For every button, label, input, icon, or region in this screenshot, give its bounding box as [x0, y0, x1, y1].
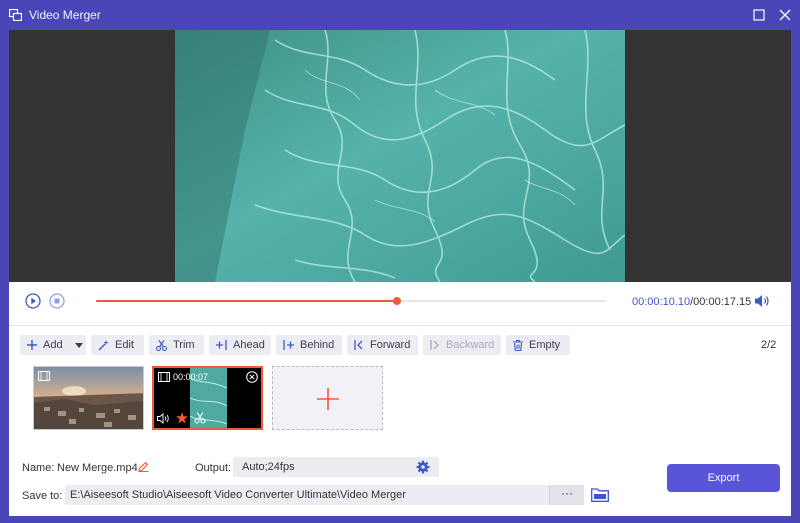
output-label: Output: — [195, 462, 232, 474]
clip-volume-icon[interactable] — [157, 413, 170, 424]
backward-button[interactable]: Backward — [423, 335, 501, 355]
empty-button[interactable]: Empty — [506, 335, 570, 355]
add-clip-placeholder[interactable] — [272, 366, 383, 430]
clip-scissors-icon[interactable] — [194, 412, 206, 424]
ahead-button[interactable]: Ahead — [209, 335, 271, 355]
plus-icon — [27, 340, 37, 350]
merge-icon — [9, 9, 22, 21]
progress-handle[interactable] — [392, 297, 401, 305]
caret-down-icon[interactable] — [74, 342, 83, 348]
ahead-label: Ahead — [233, 339, 265, 351]
insert-ahead-icon — [216, 340, 227, 350]
magic-wand-icon — [98, 339, 109, 350]
add-clip-plus-icon — [317, 388, 339, 410]
output-settings-field[interactable]: Auto;24fps — [233, 457, 439, 477]
window-title: Video Merger — [29, 8, 101, 22]
clip-duration: 00:00:07 — [173, 372, 209, 382]
edit-label: Edit — [115, 339, 134, 351]
save-to-label: Save to: — [22, 490, 63, 502]
video-frame — [175, 30, 625, 282]
stop-icon[interactable] — [49, 293, 65, 309]
remove-clip-icon[interactable] — [246, 371, 258, 383]
move-backward-icon — [430, 340, 439, 350]
trim-label: Trim — [173, 339, 195, 351]
trash-icon — [513, 339, 523, 351]
merger-panel: 00:00:10.10/00:00:17.15 Add Edit Trim Ah… — [9, 282, 791, 516]
backward-label: Backward — [446, 339, 495, 351]
divider — [9, 325, 791, 326]
add-label: Add — [43, 339, 63, 351]
volume-icon[interactable] — [754, 294, 770, 308]
behind-label: Behind — [300, 339, 335, 351]
insert-behind-icon — [283, 340, 294, 350]
output-value: Auto;24fps — [242, 461, 295, 473]
add-button[interactable]: Add — [20, 335, 86, 355]
name-label: Name: — [22, 462, 55, 474]
play-icon[interactable] — [25, 293, 41, 309]
title-bar: Video Merger — [0, 0, 800, 30]
behind-button[interactable]: Behind — [276, 335, 342, 355]
save-path-field[interactable]: E:\Aiseesoft Studio\Aiseesoft Video Conv… — [65, 485, 549, 505]
edit-button[interactable]: Edit — [91, 335, 144, 355]
clip-thumbnail-selected[interactable]: 00:00:07 — [152, 366, 263, 430]
save-path-value: E:\Aiseesoft Studio\Aiseesoft Video Conv… — [70, 489, 406, 501]
gear-icon[interactable] — [416, 460, 430, 474]
scissors-icon — [156, 339, 167, 351]
progress-track[interactable] — [96, 297, 606, 305]
total-time: /00:00:17.15 — [690, 296, 752, 308]
forward-label: Forward — [370, 339, 411, 351]
forward-button[interactable]: Forward — [347, 335, 418, 355]
maximize-icon[interactable] — [751, 7, 767, 23]
video-preview — [9, 30, 791, 282]
export-button[interactable]: Export — [667, 464, 780, 492]
current-time: 00:00:10.10 — [632, 296, 691, 308]
clip-effect-icon[interactable] — [176, 412, 188, 424]
timecode: 00:00:10.10/00:00:17.15 — [632, 296, 751, 308]
film-icon — [158, 372, 170, 382]
empty-label: Empty — [529, 339, 561, 351]
move-forward-icon — [354, 340, 363, 350]
trim-button[interactable]: Trim — [149, 335, 204, 355]
pencil-icon[interactable] — [138, 461, 149, 472]
folder-icon[interactable] — [591, 488, 609, 502]
clip-counter: 2/2 — [761, 339, 777, 351]
browse-button[interactable]: ··· — [549, 485, 584, 505]
name-value: New Merge.mp4 — [57, 462, 138, 474]
clip-thumbnail-image — [34, 367, 143, 429]
progress-fill — [96, 300, 397, 302]
close-icon[interactable] — [777, 7, 793, 23]
film-icon — [38, 371, 50, 381]
clip-thumbnail[interactable] — [33, 366, 144, 430]
